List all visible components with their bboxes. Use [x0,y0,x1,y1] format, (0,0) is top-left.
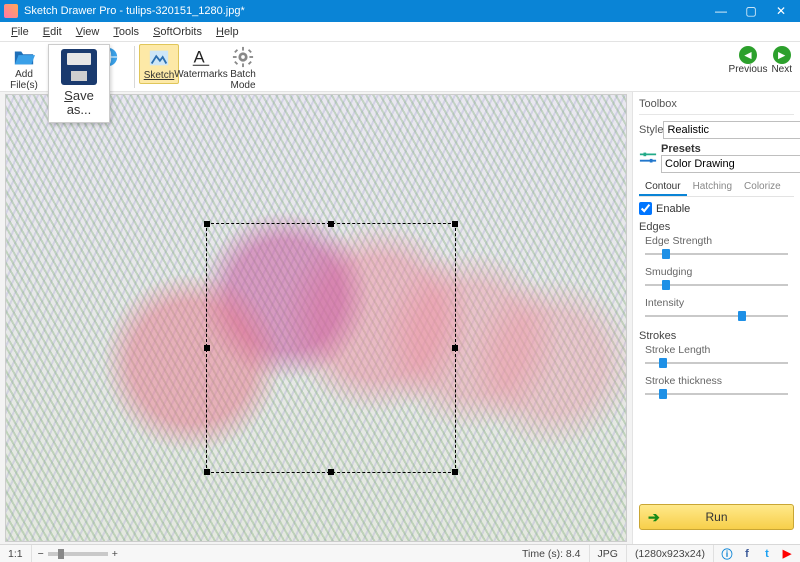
zoom-slider[interactable]: − + [32,548,124,560]
app-icon [4,4,18,18]
style-label: Style [639,124,663,136]
handle-bm[interactable] [328,469,334,475]
menu-tools[interactable]: Tools [106,24,146,40]
stroke-thickness-slider[interactable] [645,387,788,401]
handle-mr[interactable] [452,345,458,351]
handle-tl[interactable] [204,221,210,227]
enable-checkbox-input[interactable] [639,202,652,215]
handle-bl[interactable] [204,469,210,475]
toolbox-panel: Toolbox Style ▾ Presets ⌄ Contour Hatchi… [632,92,800,544]
menu-view[interactable]: View [69,24,107,40]
run-label: Run [705,510,727,524]
smudging-slider[interactable] [645,278,788,292]
info-icon[interactable]: ⓘ [720,547,734,561]
strokes-group: Strokes [639,330,794,342]
minimize-button[interactable]: ― [706,0,736,22]
toolbar: Add File(s) Save as Sketch A Watermarks … [0,42,800,92]
handle-tr[interactable] [452,221,458,227]
add-files-button[interactable]: Add File(s) [4,44,44,93]
watermarks-button[interactable]: A Watermarks [181,44,221,82]
canvas-area[interactable] [0,92,632,544]
smudging-label: Smudging [645,266,794,278]
handle-br[interactable] [452,469,458,475]
enable-checkbox[interactable]: Enable [639,202,794,215]
save-icon [61,49,97,85]
sketch-label: Sketch [144,70,175,81]
style-row: Style ▾ [639,121,794,139]
presets-label: Presets [661,143,800,155]
window-title: Sketch Drawer Pro - tulips-320151_1280.j… [24,5,706,17]
sliders-icon [639,149,657,167]
svg-text:A: A [194,49,205,67]
zoom-in-icon[interactable]: + [112,548,118,560]
enable-label: Enable [656,203,690,215]
style-select[interactable] [663,121,800,139]
menu-help[interactable]: Help [209,24,246,40]
youtube-icon[interactable]: ▶ [780,547,794,561]
menu-edit[interactable]: Edit [36,24,69,40]
intensity-label: Intensity [645,297,794,309]
close-button[interactable]: ✕ [766,0,796,22]
menu-softorbits[interactable]: SoftOrbits [146,24,209,40]
zoom-out-icon[interactable]: − [38,548,44,560]
arrow-left-icon: ◄ [739,46,757,64]
separator [134,46,135,88]
add-files-label: Add File(s) [4,69,44,91]
menu-bar: File Edit View Tools SoftOrbits Help [0,22,800,42]
save-as-popup-label: Save as... [53,89,105,118]
title-bar: Sketch Drawer Pro - tulips-320151_1280.j… [0,0,800,22]
tab-contour[interactable]: Contour [639,179,687,196]
play-icon: ➔ [648,509,660,526]
toolbox-tabs: Contour Hatching Colorize [639,179,794,197]
arrow-right-icon: ► [773,46,791,64]
tab-hatching[interactable]: Hatching [687,179,738,196]
edges-group: Edges [639,221,794,233]
nav-buttons: ◄ Previous ► Next [729,46,792,75]
handle-tm[interactable] [328,221,334,227]
previous-button[interactable]: ◄ Previous [729,46,768,75]
folder-open-icon [13,46,35,68]
batch-mode-button[interactable]: Batch Mode [223,44,263,93]
intensity-slider[interactable] [645,309,788,323]
selection-rect[interactable] [206,223,456,473]
run-button[interactable]: ➔ Run [639,504,794,530]
dims-status: (1280x923x24) [627,545,714,562]
time-status: Time (s): 8.4 [514,545,590,562]
stroke-length-slider[interactable] [645,356,788,370]
presets-select[interactable] [661,155,800,173]
status-bar: 1:1 − + Time (s): 8.4 JPG (1280x923x24) … [0,544,800,562]
next-button[interactable]: ► Next [771,46,792,75]
sketch-button[interactable]: Sketch [139,44,179,84]
tab-colorize[interactable]: Colorize [738,179,787,196]
facebook-icon[interactable]: f [740,547,754,561]
save-as-dropdown[interactable]: Save as... [48,44,110,123]
maximize-button[interactable]: ▢ [736,0,766,22]
previous-label: Previous [729,64,768,75]
gear-icon [232,46,254,68]
stroke-thickness-label: Stroke thickness [645,375,794,387]
toolbox-title: Toolbox [639,96,794,115]
menu-file[interactable]: File [4,24,36,40]
edge-strength-slider[interactable] [645,247,788,261]
batch-mode-label: Batch Mode [223,69,263,91]
twitter-icon[interactable]: t [760,547,774,561]
edge-strength-label: Edge Strength [645,235,794,247]
format-status: JPG [590,545,627,562]
sketch-icon [148,47,170,69]
text-icon: A [190,46,212,68]
presets-row: Presets ⌄ [639,143,794,173]
social-links: ⓘ f t ▶ [714,547,800,561]
handle-ml[interactable] [204,345,210,351]
zoom-ratio: 1:1 [0,545,32,562]
next-label: Next [771,64,792,75]
watermarks-label: Watermarks [174,69,228,80]
image-canvas[interactable] [5,94,627,542]
workspace: Toolbox Style ▾ Presets ⌄ Contour Hatchi… [0,92,800,544]
stroke-length-label: Stroke Length [645,344,794,356]
